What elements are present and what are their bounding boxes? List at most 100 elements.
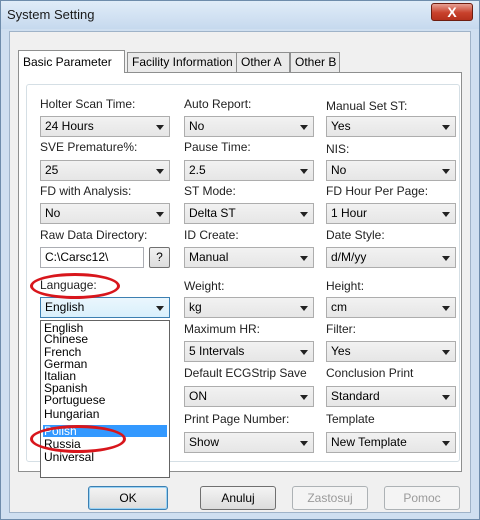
maximum-hr-value: 5 Intervals	[189, 344, 245, 358]
chevron-down-icon	[300, 125, 308, 130]
default-ecg-strip-save-value: ON	[189, 389, 207, 403]
browse-directory-button[interactable]: ?	[149, 247, 170, 268]
title-bar[interactable]: System Setting X	[1, 1, 479, 29]
template-value: New Template	[331, 435, 407, 449]
pause-time-label: Pause Time:	[184, 140, 251, 154]
language-dropdown-list: English Chinese French German Italian Sp…	[40, 320, 170, 478]
fd-hour-per-page-value: 1 Hour	[331, 206, 368, 220]
polish-option-annotation-circle	[30, 425, 126, 453]
fd-hour-per-page-select[interactable]: 1 Hour	[326, 203, 456, 224]
id-create-label: ID Create:	[184, 228, 239, 242]
height-value: cm	[331, 300, 347, 314]
sve-premature-select[interactable]: 25	[40, 160, 170, 181]
st-mode-label: ST Mode:	[184, 184, 236, 198]
weight-label: Weight:	[184, 279, 225, 293]
chevron-down-icon	[300, 306, 308, 311]
chevron-down-icon	[300, 350, 308, 355]
tab-other-a[interactable]: Other A	[236, 52, 290, 73]
st-mode-value: Delta ST	[189, 206, 236, 220]
raw-data-directory-label: Raw Data Directory:	[40, 228, 148, 242]
nis-label: NIS:	[326, 142, 350, 156]
manual-set-st-label: Manual Set ST:	[326, 99, 408, 113]
conclusion-print-value: Standard	[331, 389, 380, 403]
chevron-down-icon	[300, 169, 308, 174]
chevron-down-icon	[442, 441, 450, 446]
conclusion-print-label: Conclusion Print	[326, 366, 414, 380]
holter-scan-time-select[interactable]: 24 Hours	[40, 116, 170, 137]
chevron-down-icon	[442, 125, 450, 130]
print-page-number-select[interactable]: Show	[184, 432, 314, 453]
raw-data-directory-field[interactable]: C:\Carsc12\	[40, 247, 144, 268]
auto-report-value: No	[189, 119, 205, 133]
height-label: Height:	[326, 279, 365, 293]
print-page-number-label: Print Page Number:	[184, 412, 290, 426]
maximum-hr-label: Maximum HR:	[184, 322, 261, 336]
manual-set-st-value: Yes	[331, 119, 351, 133]
chevron-down-icon	[300, 441, 308, 446]
chevron-down-icon	[300, 395, 308, 400]
tab-basic-parameter[interactable]: Basic Parameter	[18, 50, 125, 73]
chevron-down-icon	[442, 395, 450, 400]
language-option-hungarian[interactable]: Hungarian	[43, 408, 167, 420]
chevron-down-icon	[442, 306, 450, 311]
close-button[interactable]: X	[431, 3, 473, 21]
language-option-chinese[interactable]: Chinese	[43, 333, 167, 345]
sve-premature-label: SVE Premature%:	[40, 140, 138, 154]
language-option-universal[interactable]: Universal	[43, 451, 167, 463]
filter-value: Yes	[331, 344, 351, 358]
maximum-hr-select[interactable]: 5 Intervals	[184, 341, 314, 362]
language-label-annotation-circle	[30, 273, 120, 299]
cancel-button[interactable]: Anuluj	[200, 486, 276, 510]
language-value: English	[45, 300, 85, 314]
weight-select[interactable]: kg	[184, 297, 314, 318]
date-style-value: d/M/yy	[331, 250, 367, 264]
weight-value: kg	[189, 300, 202, 314]
date-style-select[interactable]: d/M/yy	[326, 247, 456, 268]
pause-time-select[interactable]: 2.5	[184, 160, 314, 181]
auto-report-select[interactable]: No	[184, 116, 314, 137]
sve-premature-value: 25	[45, 163, 59, 177]
st-mode-select[interactable]: Delta ST	[184, 203, 314, 224]
chevron-down-icon	[156, 306, 164, 311]
ok-button[interactable]: OK	[88, 486, 168, 510]
language-option-portuguese[interactable]: Portuguese	[43, 394, 167, 406]
apply-button[interactable]: Zastosuj	[292, 486, 368, 510]
manual-set-st-select[interactable]: Yes	[326, 116, 456, 137]
nis-select[interactable]: No	[326, 160, 456, 181]
print-page-number-value: Show	[189, 435, 220, 449]
tab-other-b[interactable]: Other B	[290, 52, 340, 73]
height-select[interactable]: cm	[326, 297, 456, 318]
window-title: System Setting	[7, 7, 95, 22]
chevron-down-icon	[300, 256, 308, 261]
id-create-select[interactable]: Manual	[184, 247, 314, 268]
chevron-down-icon	[442, 169, 450, 174]
filter-select[interactable]: Yes	[326, 341, 456, 362]
language-select[interactable]: English	[40, 297, 170, 318]
chevron-down-icon	[442, 350, 450, 355]
chevron-down-icon	[442, 212, 450, 217]
fd-with-analysis-value: No	[45, 206, 61, 220]
pause-time-value: 2.5	[189, 163, 206, 177]
fd-hour-per-page-label: FD Hour Per Page:	[326, 184, 429, 198]
auto-report-label: Auto Report:	[184, 97, 252, 111]
conclusion-print-select[interactable]: Standard	[326, 386, 456, 407]
chevron-down-icon	[300, 212, 308, 217]
default-ecg-strip-save-select[interactable]: ON	[184, 386, 314, 407]
chevron-down-icon	[442, 256, 450, 261]
fd-with-analysis-label: FD with Analysis:	[40, 184, 132, 198]
help-button[interactable]: Pomoc	[384, 486, 460, 510]
id-create-value: Manual	[189, 250, 229, 264]
template-label: Template	[326, 412, 375, 426]
fd-with-analysis-select[interactable]: No	[40, 203, 170, 224]
filter-label: Filter:	[326, 322, 356, 336]
holter-scan-time-value: 24 Hours	[45, 119, 94, 133]
holter-scan-time-label: Holter Scan Time:	[40, 97, 136, 111]
nis-value: No	[331, 163, 347, 177]
chevron-down-icon	[156, 169, 164, 174]
default-ecg-strip-save-label: Default ECGStrip Save	[184, 366, 307, 380]
tab-facility-information[interactable]: Facility Information	[127, 52, 237, 73]
date-style-label: Date Style:	[326, 228, 385, 242]
chevron-down-icon	[156, 125, 164, 130]
chevron-down-icon	[156, 212, 164, 217]
template-select[interactable]: New Template	[326, 432, 456, 453]
